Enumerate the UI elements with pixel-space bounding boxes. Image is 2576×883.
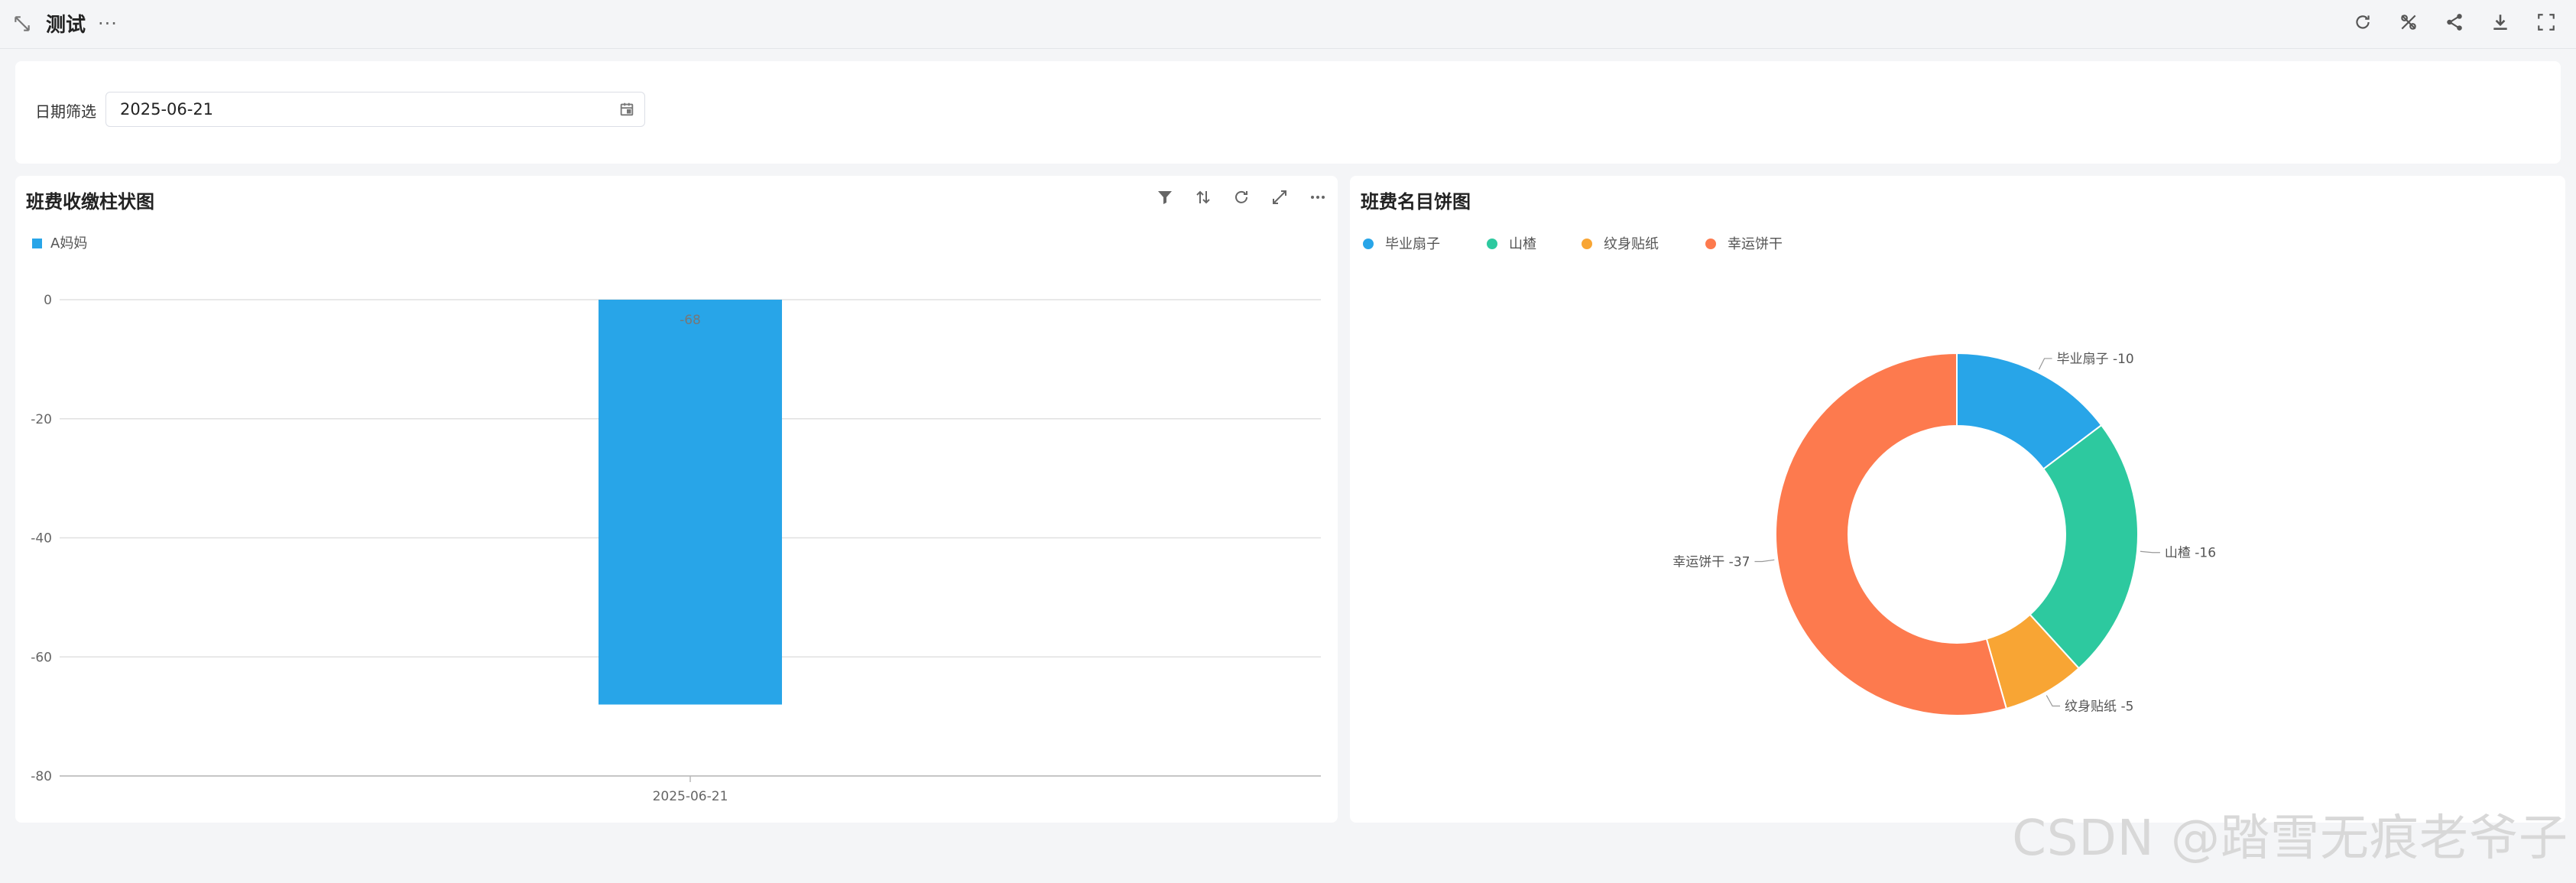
legend-label: 毕业扇子 — [1385, 236, 1440, 252]
bar-chart-card: A妈妈 0 -20 -40 -60 -80 -68 2025-06-21 班费收缴柱状图 — [15, 176, 1338, 823]
label-leader — [2046, 695, 2061, 707]
calendar-icon[interactable] — [618, 101, 635, 118]
pie-chart-title: 班费名目饼图 — [1361, 191, 1471, 213]
watermark: CSDN @踏雪无痕老爷子 — [2012, 810, 2568, 867]
refresh-chart-icon[interactable] — [1231, 187, 1252, 208]
bar-chart: A妈妈 0 -20 -40 -60 -80 -68 2025-06-21 — [31, 235, 1321, 804]
legend-label: A妈妈 — [50, 235, 87, 252]
legend-item[interactable]: 幸运饼干 — [1705, 236, 1783, 252]
download-icon[interactable] — [2489, 11, 2512, 34]
y-tick-label: -60 — [31, 650, 52, 665]
slice-label: 纹身贴纸 -5 — [2065, 700, 2133, 715]
legend-label: 山楂 — [1509, 236, 1536, 252]
bar[interactable] — [599, 300, 782, 705]
label-leader — [2038, 358, 2052, 370]
y-tick-label: -20 — [31, 412, 52, 427]
y-tick-label: 0 — [44, 293, 52, 308]
top-bar: 测试 ··· — [0, 0, 2576, 49]
y-tick-label: -80 — [31, 769, 52, 784]
filter-panel: 日期筛选 2025-06-21 — [15, 61, 2561, 164]
collapse-icon[interactable] — [11, 12, 34, 35]
more-icon[interactable]: ··· — [98, 13, 118, 34]
sort-icon[interactable] — [1192, 187, 1214, 208]
legend-item[interactable]: 纹身贴纸 — [1582, 236, 1659, 252]
pie-chart: 毕业扇子 山楂 纹身贴纸 幸运饼干毕业扇子 -10 山楂 -16 纹身贴纸 -5 幸运饼干 … — [1363, 236, 2216, 716]
fullscreen-icon[interactable] — [2535, 11, 2558, 34]
x-tick-label: 2025-06-21 — [653, 789, 728, 804]
legend-item[interactable]: 山楂 — [1487, 236, 1536, 252]
date-filter-value: 2025-06-21 — [120, 100, 214, 118]
y-tick-label: -40 — [31, 531, 52, 547]
legend[interactable]: A妈妈 — [32, 235, 87, 252]
label-leader — [1754, 559, 1775, 563]
more-options-icon[interactable] — [1307, 187, 1329, 208]
legend-label: 幸运饼干 — [1728, 236, 1783, 252]
bar-chart-title: 班费收缴柱状图 — [26, 191, 154, 213]
tools-icon[interactable] — [2397, 11, 2420, 34]
slice-label: 毕业扇子 -10 — [2057, 352, 2134, 367]
slice-label: 幸运饼干 -37 — [1672, 555, 1750, 570]
label-leader — [2140, 550, 2160, 553]
legend-swatch — [1487, 239, 1497, 249]
filter-icon[interactable] — [1154, 187, 1176, 208]
legend-item[interactable]: 毕业扇子 — [1363, 236, 1440, 252]
legend-swatch — [1705, 239, 1716, 249]
date-filter-input[interactable]: 2025-06-21 — [105, 92, 645, 127]
expand-icon[interactable] — [1269, 187, 1290, 208]
page-title: 测试 — [46, 14, 86, 37]
legend-swatch — [32, 239, 42, 248]
refresh-icon[interactable] — [2351, 11, 2374, 34]
legend-swatch — [1582, 239, 1592, 249]
bar-data-label: -68 — [680, 313, 701, 328]
slice-label: 山楂 -16 — [2165, 546, 2216, 561]
pie-chart-card: 毕业扇子 山楂 纹身贴纸 幸运饼干毕业扇子 -10 山楂 -16 纹身贴纸 -5 幸运饼干 … — [1350, 176, 2565, 823]
legend-label: 纹身贴纸 — [1604, 236, 1659, 252]
legend-swatch — [1363, 239, 1374, 249]
share-icon[interactable] — [2443, 11, 2466, 34]
date-filter-label: 日期筛选 — [35, 102, 96, 121]
